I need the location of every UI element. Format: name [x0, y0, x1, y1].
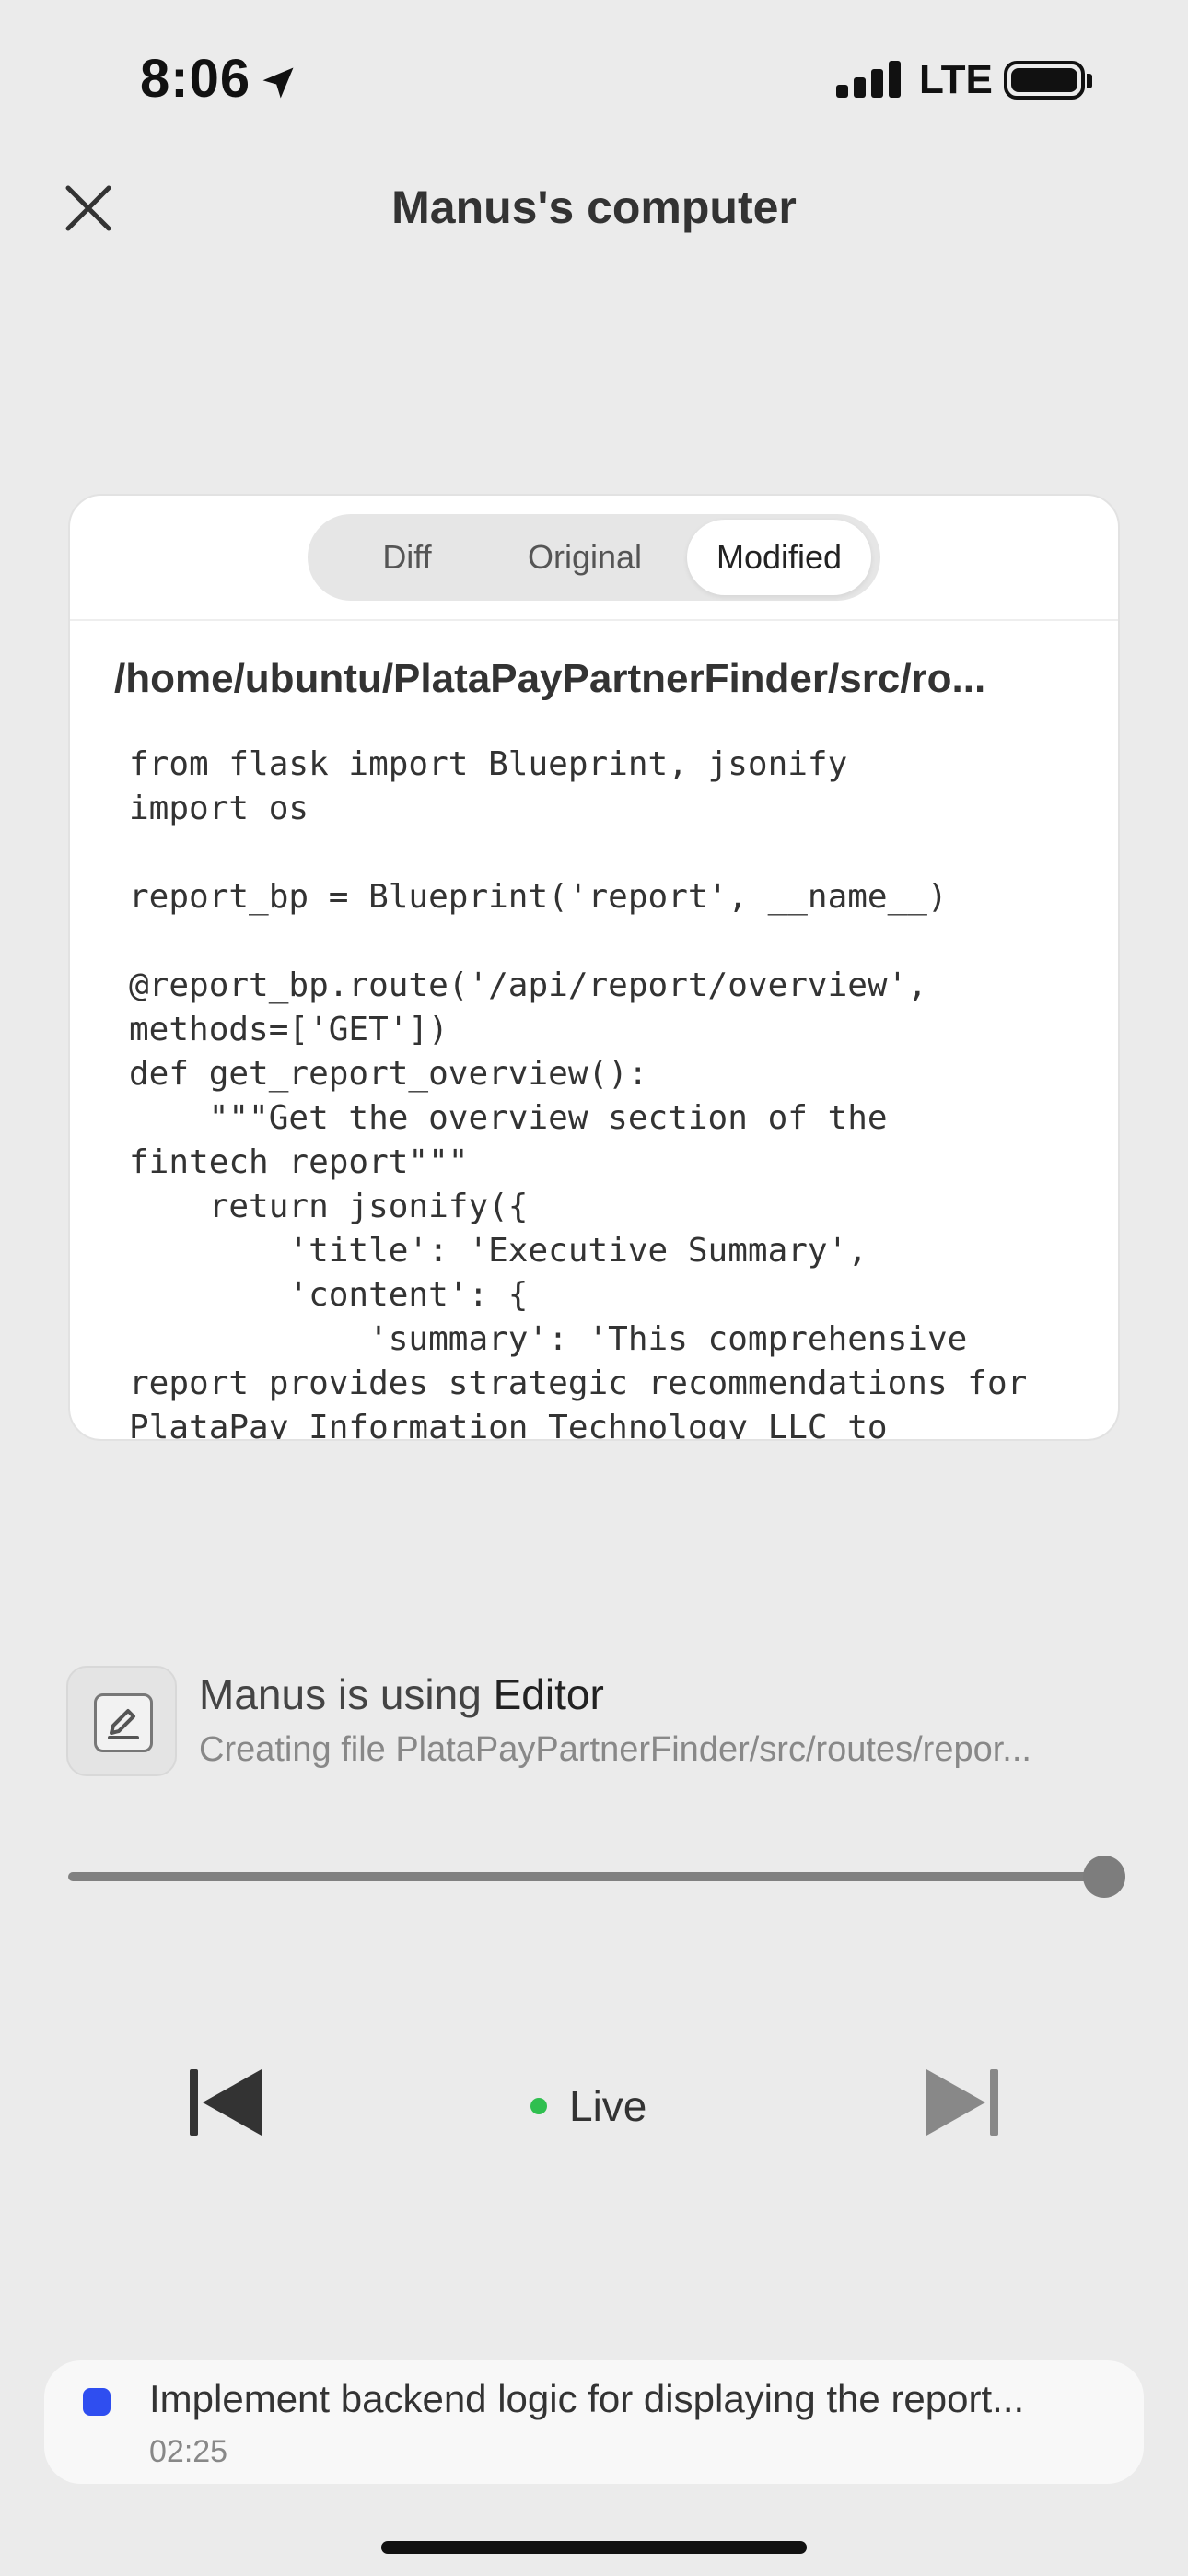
location-arrow-icon	[262, 67, 294, 99]
timeline-slider-thumb[interactable]	[1083, 1856, 1125, 1898]
editor-card: Diff Original Modified /home/ubuntu/Plat…	[68, 494, 1120, 1441]
battery-tip	[1087, 74, 1092, 88]
view-mode-segmented-control: Diff Original Modified	[308, 514, 880, 601]
status-time-text: 8:06	[140, 49, 251, 109]
current-task-bar[interactable]: Implement backend logic for displaying t…	[44, 2360, 1144, 2484]
page-title: Manus's computer	[391, 181, 797, 233]
live-indicator[interactable]: Live	[530, 2078, 646, 2134]
skip-forward-button[interactable]	[921, 2066, 1004, 2139]
code-view[interactable]: from flask import Blueprint, jsonify imp…	[129, 743, 1105, 1439]
live-label: Live	[569, 2082, 647, 2130]
home-indicator[interactable]	[381, 2541, 807, 2554]
file-path: /home/ubuntu/PlataPayPartnerFinder/src/r…	[114, 656, 986, 701]
tool-status-prefix: Manus is using	[199, 1670, 494, 1718]
divider	[70, 619, 1118, 621]
status-time: 8:06	[140, 48, 298, 110]
task-time: 02:25	[149, 2434, 228, 2469]
timeline-slider-track[interactable]	[68, 1872, 1105, 1881]
skip-back-icon	[190, 2069, 262, 2136]
tab-diff[interactable]: Diff	[332, 520, 483, 595]
skip-back-button[interactable]	[184, 2066, 267, 2139]
tool-name: Editor	[493, 1670, 604, 1718]
live-dot	[530, 2098, 547, 2114]
tool-action: Creating file PlataPayPartnerFinder/src/…	[199, 1730, 1031, 1769]
network-label: LTE	[919, 57, 993, 102]
tool-status: Manus is using Editor	[199, 1669, 604, 1719]
signal-icon	[836, 61, 901, 98]
battery-icon	[1004, 61, 1085, 100]
tab-original[interactable]: Original	[488, 520, 681, 595]
tab-modified[interactable]: Modified	[687, 520, 871, 595]
skip-forward-icon	[926, 2069, 998, 2136]
task-title: Implement backend logic for displaying t…	[149, 2377, 1025, 2420]
editor-tool-icon	[66, 1666, 177, 1776]
task-status-icon	[83, 2388, 111, 2416]
edit-icon	[108, 1709, 139, 1739]
